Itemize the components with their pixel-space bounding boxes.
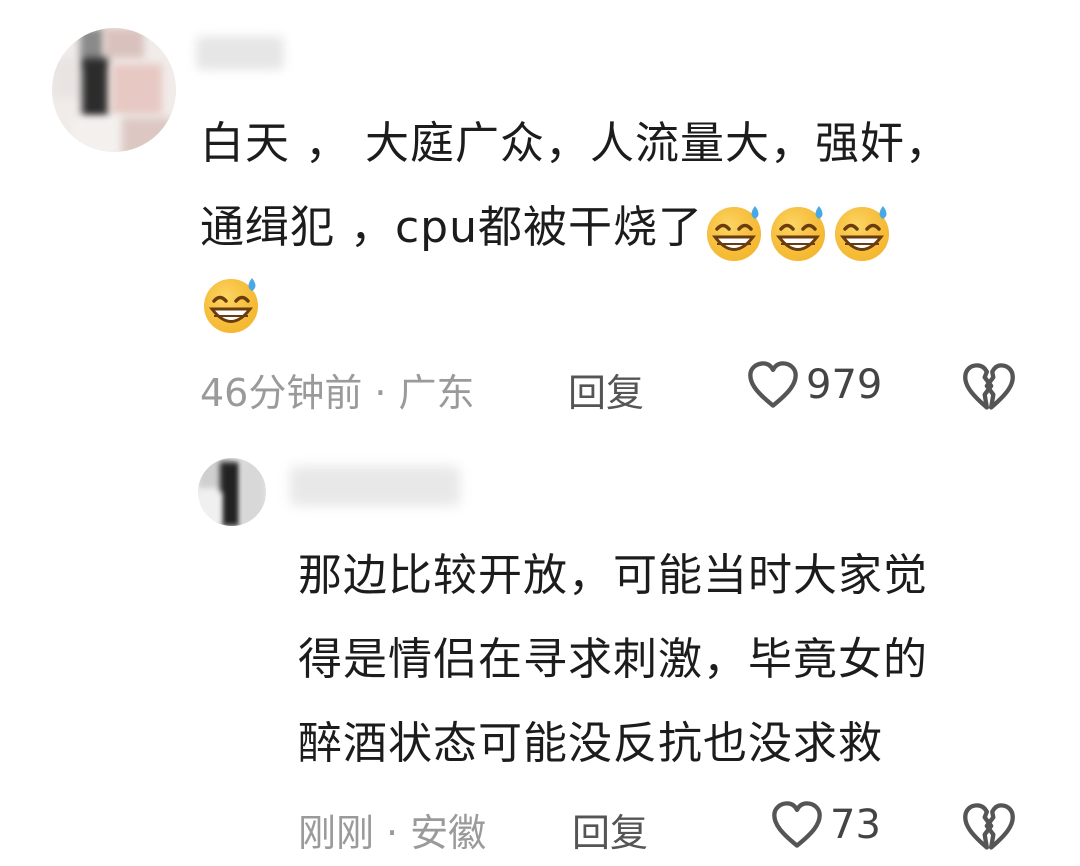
comment-text: 白天 ， 大庭广众，人流量大，强奸， 通缉犯 ，cpu都被干烧了 <box>200 102 1040 272</box>
dislike-button[interactable] <box>962 362 1016 416</box>
like-button[interactable]: 979 <box>746 360 882 410</box>
reply-line: 醉酒状态可能没反抗也没求救 <box>298 718 883 769</box>
heart-icon <box>746 360 800 410</box>
sweat-smile-emoji-icon <box>831 200 895 264</box>
comment-time: 46分钟前 <box>200 371 363 415</box>
reply-line: 得是情侣在寻求刺激，毕竟女的 <box>298 634 928 685</box>
emoji-group <box>703 188 895 272</box>
like-button[interactable]: 73 <box>770 800 881 850</box>
sweat-smile-emoji-icon <box>200 272 264 336</box>
emoji-group <box>200 272 264 336</box>
reply-line: 那边比较开放，可能当时大家觉 <box>298 550 928 601</box>
reply-time: 刚刚 <box>298 811 375 855</box>
username-blurred[interactable] <box>196 36 284 70</box>
reply-button[interactable]: 回复 <box>572 802 648 857</box>
broken-heart-icon <box>962 802 1016 852</box>
reply-avatar[interactable] <box>198 458 266 526</box>
reply-button[interactable]: 回复 <box>568 362 644 417</box>
comment-meta: 46分钟前 · 广东 <box>200 362 474 417</box>
comment-location: 广东 <box>398 371 475 415</box>
comment-line: 通缉犯 ，cpu都被干烧了 <box>200 186 1040 272</box>
sweat-smile-emoji-icon <box>703 200 767 264</box>
like-count: 979 <box>806 362 883 408</box>
reply-text: 那边比较开放，可能当时大家觉 得是情侣在寻求刺激，毕竟女的 醉酒状态可能没反抗也… <box>298 534 1058 786</box>
separator-dot: · <box>386 811 399 855</box>
dislike-button[interactable] <box>962 802 1016 856</box>
heart-icon <box>770 800 824 850</box>
reply-username-blurred[interactable] <box>290 466 460 506</box>
reply-location: 安徽 <box>410 811 487 855</box>
avatar[interactable] <box>52 28 176 152</box>
reply-meta: 刚刚 · 安徽 <box>298 802 486 857</box>
sweat-smile-emoji-icon <box>767 200 831 264</box>
like-count: 73 <box>830 802 881 848</box>
comment-thread: 白天 ， 大庭广众，人流量大，强奸， 通缉犯 ，cpu都被干烧了 46分钟前 · 广… <box>0 0 1080 866</box>
separator-dot: · <box>374 371 387 415</box>
broken-heart-icon <box>962 362 1016 412</box>
comment-line: 白天 ， 大庭广众，人流量大，强奸， <box>200 118 950 169</box>
